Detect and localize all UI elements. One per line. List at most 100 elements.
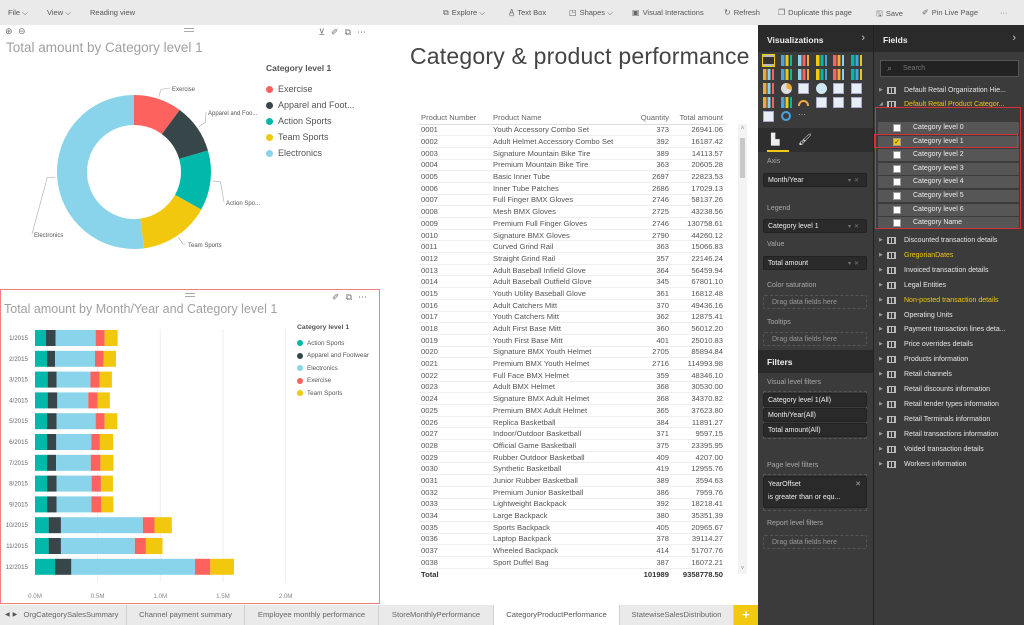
bar-segment-apparel-and-footwear[interactable] [47,434,57,450]
column-header[interactable]: Product Number [419,112,491,125]
funnel-visual-icon[interactable] [780,97,792,108]
field-table-item[interactable]: ▶ Retail discounts information [879,383,1024,397]
bar-segment-electronics[interactable] [60,517,143,534]
kpi-visual-icon[interactable] [850,97,862,108]
donut-legend-item[interactable]: Electronics [266,148,322,158]
table-row[interactable]: 0035 Sports Backpack 405 20965.67 [419,521,725,534]
format-paint-roller-icon[interactable]: 🖌 [798,133,812,146]
table-row[interactable]: 0038 Sport Duffel Bag 387 16072.21 [419,556,725,569]
table-row[interactable]: 0007 Full Finger BMX Gloves 2746 58137.26 [419,194,725,207]
field-table-item[interactable]: ▶ Discounted transaction details [879,234,1024,248]
bar-segment-exercise[interactable] [91,496,102,513]
table-scrollbar[interactable]: ˄ ˅ [738,124,747,574]
table-row[interactable]: 0032 Premium Junior Basketball 386 7959.76 [419,486,725,499]
duplicate-page-button[interactable]: ❐ Duplicate this page [778,8,852,17]
matrix-visual-icon[interactable] [850,83,862,94]
remove-field-icon[interactable]: ✕ [854,261,862,267]
card-visual-icon[interactable] [815,97,827,108]
stacked-area-visual-icon[interactable] [798,69,809,80]
bar-segment-team-sports[interactable] [99,371,112,388]
slicer-visual-icon[interactable] [763,111,774,122]
donut-legend-item[interactable]: Team Sports [266,132,329,142]
report-level-filters-dropzone[interactable]: Drag data fields here [763,535,867,549]
scatter-visual-icon[interactable] [763,83,774,94]
expand-right-icon[interactable]: ▶ [879,446,883,452]
bar-segment-team-sports[interactable] [104,330,118,346]
bar-segment-team-sports[interactable] [101,496,114,513]
bar-segment-electronics[interactable] [56,371,91,388]
page-tab[interactable]: Employee monthly performance [245,605,379,625]
field-table-item[interactable]: ▶ Invoiced transaction details [879,264,1024,278]
bar-legend-item[interactable]: Exercise [297,377,331,384]
bar-segment-apparel-and-footwear[interactable] [46,330,56,346]
ribbon-visual-icon[interactable] [850,69,862,80]
expand-right-icon[interactable]: ▶ [879,416,883,422]
table-visual-icon[interactable] [833,83,844,94]
bar-segment-apparel-and-footwear[interactable] [47,392,58,409]
table-row[interactable]: 0021 Premium BMX Youth Helmet 2716 114993.9… [419,357,725,370]
area-visual-icon[interactable] [780,69,792,80]
line-clustered-column-visual-icon[interactable] [833,69,844,80]
table-row[interactable]: 0025 Premium BMX Adult Helmet 365 37623.80 [419,404,725,417]
field-table-item[interactable]: ▶ Voided transaction details [879,443,1024,457]
bar-segment-team-sports[interactable] [97,392,110,409]
expand-right-icon[interactable]: ▶ [879,461,883,467]
scroll-up-icon[interactable]: ˄ [738,126,747,132]
bar-segment-action-sports[interactable] [35,371,48,388]
bar-segment-apparel-and-footwear[interactable] [47,496,57,513]
bar-segment-exercise[interactable] [95,330,105,346]
treemap-visual-icon[interactable] [798,83,809,94]
page-filter-yearoffset[interactable]: YearOffset ✕ is greater than or equ... [763,476,867,508]
pin-live-page-button[interactable]: ✐ Pin Live Page [922,8,978,17]
table-row[interactable]: 0020 Signature BMX Youth Helmet 2705 85894.… [419,346,725,359]
stacked-bar-visual-icon[interactable] [762,54,775,67]
page-tab[interactable]: StatewiseSalesDistribution [620,605,734,625]
table-row[interactable]: 0028 Official Game Basketball 375 23395.95 [419,439,725,452]
field-table-item[interactable]: ▶ GregorianDates [879,249,1024,263]
table-row[interactable]: 0014 Adult Baseball Outfield Glove 345 6780… [419,275,725,289]
100-bar-visual-icon[interactable] [833,55,844,66]
table-row[interactable]: 0024 Signature BMX Adult Helmet 368 34370.8… [419,392,725,405]
bar-legend-item[interactable]: Apparel and Footwear [297,352,369,359]
table-row[interactable]: 0026 Replica Basketball 384 11891.27 [419,416,725,429]
table-row[interactable]: 0015 Youth Utility Baseball Glove 361 16812… [419,287,725,300]
table-row[interactable]: 0008 Mesh BMX Gloves 2725 43238.56 [419,205,725,218]
table-row[interactable]: 0005 Basic Inner Tube 2697 22823.53 [419,170,725,183]
donut-legend-item[interactable]: Exercise [266,84,313,94]
field-dropzone[interactable]: Drag data fields here [763,332,867,346]
field-table-item[interactable]: ▶ Price overrides details [879,338,1024,352]
bar-segment-exercise[interactable] [95,350,104,367]
page-tab[interactable]: CategoryProductPerformance [494,605,620,625]
column-header[interactable]: Product Name [491,112,627,125]
bar-segment-electronics[interactable] [57,392,89,409]
bar-legend-item[interactable]: Action Sports [297,340,344,347]
table-row[interactable]: 0013 Adult Baseball Infield Glove 364 56459… [419,264,725,277]
field-well[interactable]: Month/Year ▾✕ [763,173,867,187]
stacked-bar-chart-visual[interactable]: ✐⧉⋯ Total amount by Month/Year and Categ… [0,289,380,604]
bar-segment-apparel-and-footwear[interactable] [48,517,61,534]
bar-segment-action-sports[interactable] [35,496,48,513]
bar-segment-exercise[interactable] [134,538,146,554]
save-button[interactable]: 🖫 Save [876,8,903,22]
field-table-item[interactable]: ▶ Products information [879,353,1024,367]
expand-right-icon[interactable]: ▶ [879,356,883,362]
bar-segment-electronics[interactable] [60,538,135,554]
field-table-item[interactable]: ▶ Retail Terminals information [879,413,1024,427]
field-table-item[interactable]: ▶ Legal Entities [879,279,1024,293]
clustered-bar-visual-icon[interactable] [798,55,809,66]
table-row[interactable]: 0036 Laptop Backpack 378 39114.27 [419,533,725,546]
field-table-item[interactable]: ▶ Retail channels [879,368,1024,382]
bar-segment-exercise[interactable] [90,371,100,388]
table-row[interactable]: 0010 Signature BMX Gloves 2790 44260.12 [419,229,725,242]
page-tab[interactable]: OrgCategorySalesSummary [16,605,127,625]
shapes-menu[interactable]: ◳ Shapes ⌵ [569,8,613,18]
field-well[interactable]: Total amount ▾✕ [763,256,867,270]
expand-right-icon[interactable]: ▶ [879,401,883,407]
bar-segment-apparel-and-footwear[interactable] [55,558,72,575]
bar-segment-team-sports[interactable] [154,517,172,534]
bar-segment-action-sports[interactable] [35,517,49,534]
scrollbar-thumb[interactable] [740,138,745,178]
bar-segment-electronics[interactable] [56,454,91,471]
map-visual-icon[interactable] [815,83,827,94]
table-row[interactable]: 0023 Adult BMX Helmet 368 30530.00 [419,381,725,394]
